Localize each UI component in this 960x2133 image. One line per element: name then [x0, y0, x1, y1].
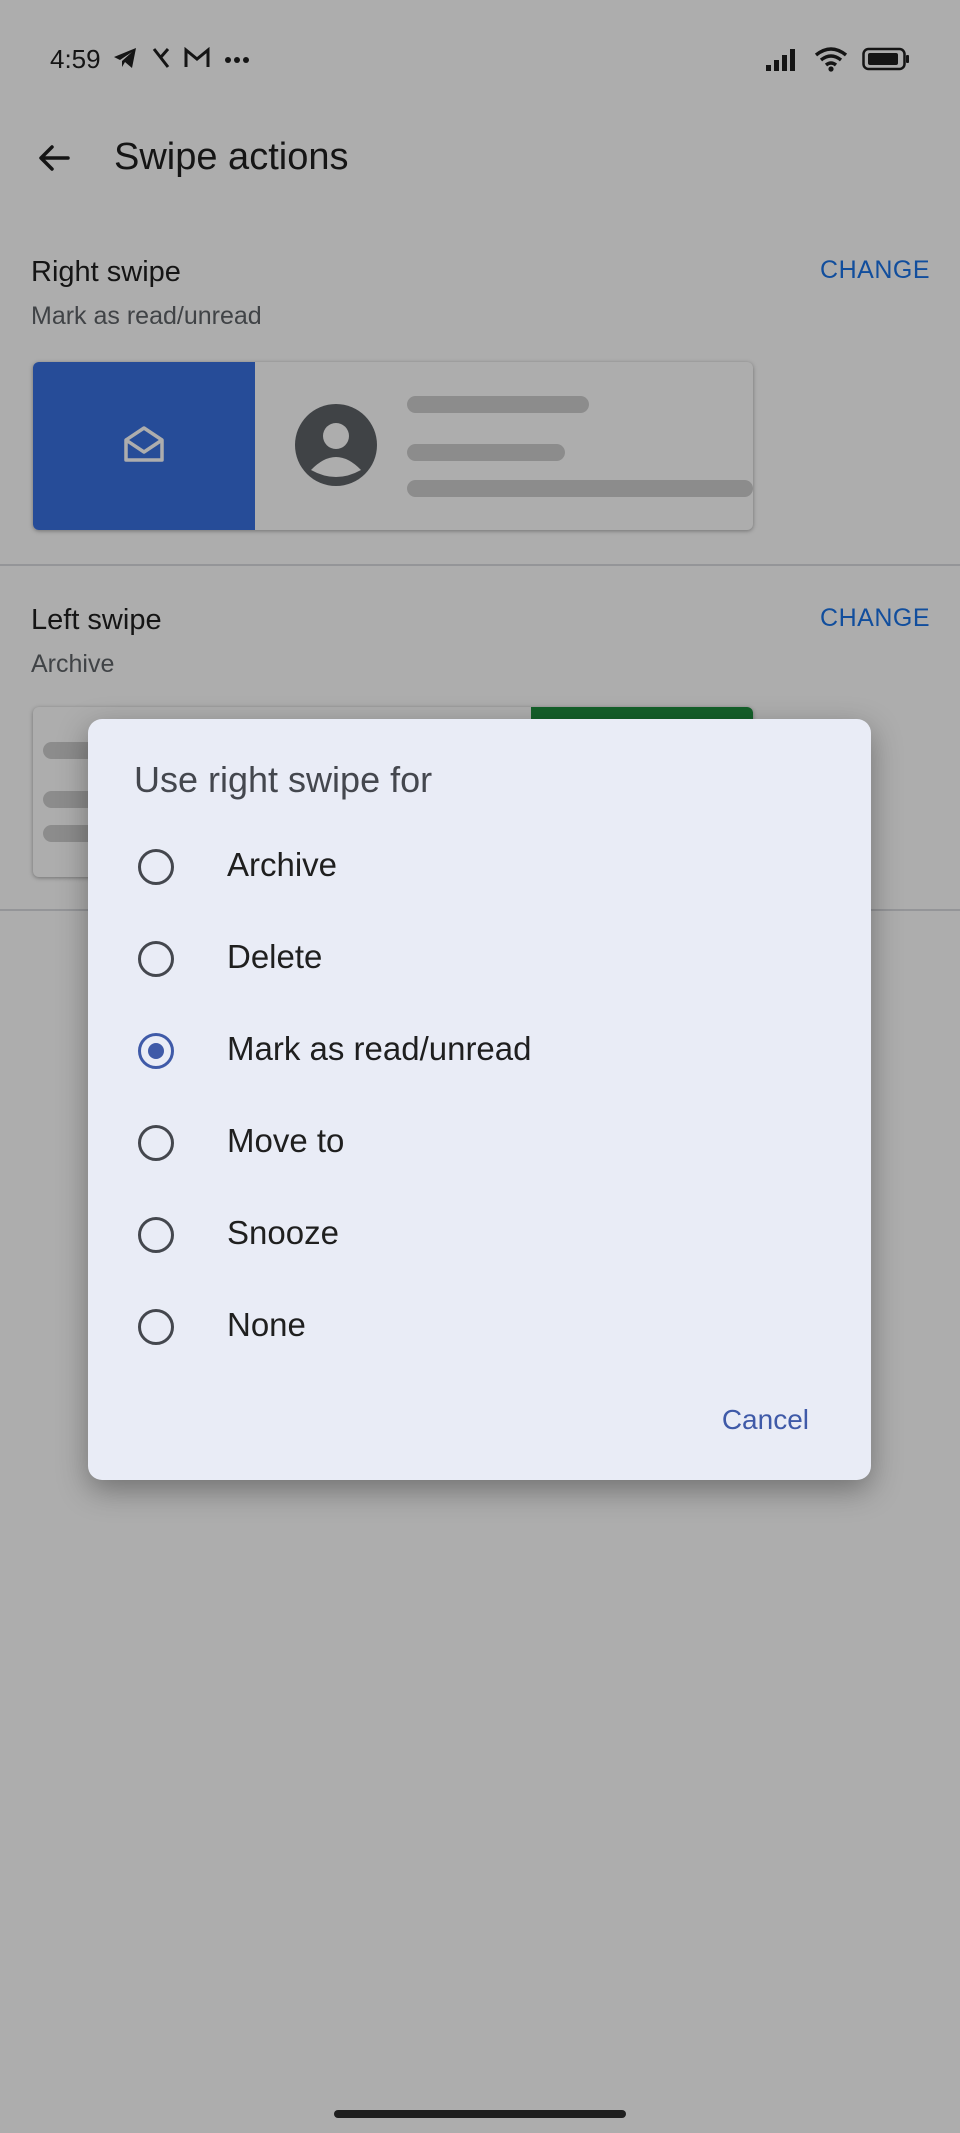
radio-option-snooze[interactable]: Snooze	[88, 1189, 871, 1279]
radio-button[interactable]	[138, 941, 174, 977]
radio-selected-dot	[148, 1043, 164, 1059]
radio-option-archive[interactable]: Archive	[88, 821, 871, 911]
radio-button[interactable]	[138, 1217, 174, 1253]
radio-button[interactable]	[138, 849, 174, 885]
radio-option-label: Move to	[227, 1122, 345, 1159]
radio-option-label: Delete	[227, 938, 323, 975]
radio-option-mark-read[interactable]: Mark as read/unread	[88, 1005, 871, 1095]
radio-option-delete[interactable]: Delete	[88, 913, 871, 1003]
cancel-button[interactable]: Cancel	[722, 1404, 809, 1436]
radio-button[interactable]	[138, 1125, 174, 1161]
radio-button[interactable]	[138, 1309, 174, 1345]
swipe-action-dialog: Use right swipe for Archive Delete Mark …	[88, 719, 871, 1480]
radio-option-label: None	[227, 1306, 306, 1343]
option-archive[interactable]	[88, 1541, 871, 1631]
radio-option-none[interactable]: None	[88, 1281, 871, 1371]
home-indicator[interactable]	[334, 2110, 626, 2118]
radio-button-selected[interactable]	[138, 1033, 174, 1069]
dialog-title: Use right swipe for	[134, 759, 433, 800]
radio-option-label: Archive	[227, 846, 338, 883]
radio-option-move-to[interactable]: Move to	[88, 1097, 871, 1187]
radio-option-label: Snooze	[227, 1214, 339, 1251]
radio-option-label: Mark as read/unread	[227, 1030, 532, 1067]
